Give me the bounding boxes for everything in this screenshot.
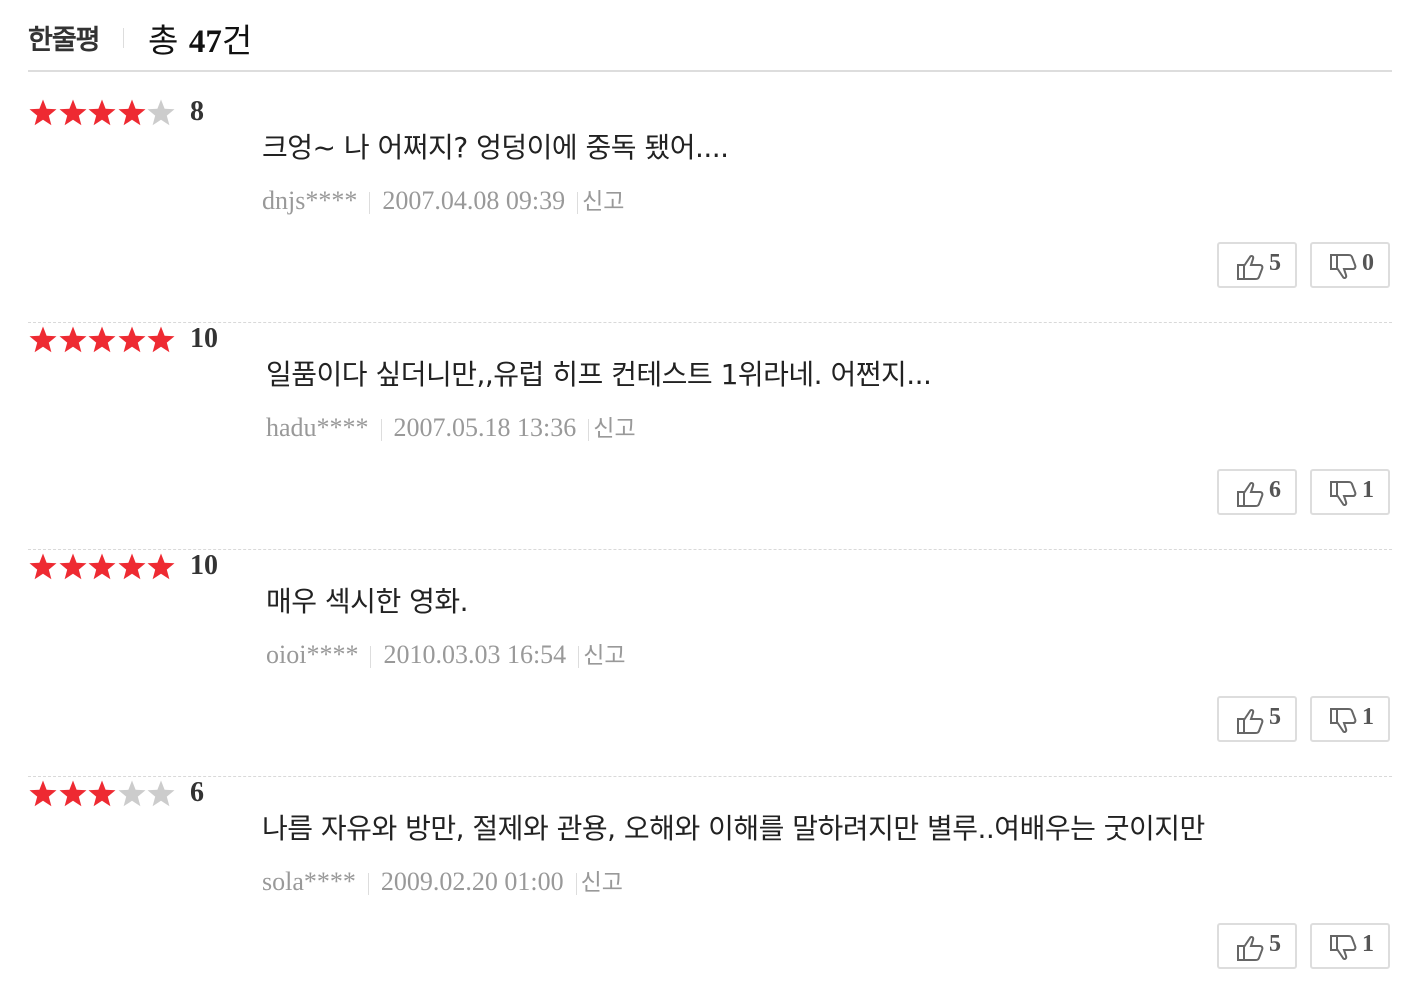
- thumbs-down-icon: [1330, 708, 1357, 734]
- review-text: 매우 섹시한 영화.: [266, 585, 469, 618]
- meta-divider: [370, 646, 372, 669]
- meta-divider: [367, 873, 369, 896]
- meta-divider: [577, 192, 579, 215]
- star-filled-icon: [29, 780, 57, 807]
- total-label: 총: [148, 21, 179, 60]
- review-item: 10 일품이다 싶더니만,,유럽 히프 컨테스트 1위라네. 어쩐지... ha…: [28, 323, 1392, 550]
- meta-divider: [575, 873, 577, 896]
- dislike-count: 0: [1362, 250, 1374, 276]
- star-filled-icon: [29, 326, 57, 353]
- report-link[interactable]: 신고: [581, 870, 623, 896]
- review-item: 6 나름 자유와 방만, 절제와 관용, 오해와 이해를 말하려지만 별루..여…: [28, 777, 1392, 987]
- dislike-button[interactable]: 0: [1310, 242, 1390, 288]
- like-button[interactable]: 5: [1217, 696, 1297, 742]
- like-button[interactable]: 5: [1217, 242, 1297, 288]
- report-link[interactable]: 신고: [582, 189, 624, 215]
- star-empty-icon: [147, 780, 175, 807]
- review-user: sola****: [262, 867, 356, 896]
- meta-divider: [369, 192, 371, 215]
- review-score: 10: [190, 323, 218, 354]
- star-filled-icon: [29, 99, 57, 126]
- thumbs-up-icon: [1237, 935, 1264, 961]
- review-item: 10 매우 섹시한 영화. oioi**** 2010.03.03 16:54 신고…: [28, 550, 1392, 777]
- review-text: 크엉~ 나 어쩌지? 엉덩이에 중독 됐어....: [262, 131, 729, 164]
- review-meta: sola**** 2009.02.20 01:00 신고: [262, 863, 623, 897]
- review-user: dnjs****: [262, 186, 358, 215]
- thumbs-up-icon: [1237, 481, 1264, 507]
- report-link[interactable]: 신고: [593, 416, 635, 442]
- section-title: 한줄평: [28, 25, 101, 56]
- like-button[interactable]: 5: [1217, 923, 1297, 969]
- review-score: 10: [190, 550, 218, 581]
- star-empty-icon: [147, 99, 175, 126]
- dislike-button[interactable]: 1: [1310, 923, 1390, 969]
- thumbs-up-icon: [1237, 254, 1264, 280]
- like-count: 5: [1269, 931, 1281, 957]
- star-filled-icon: [118, 326, 145, 353]
- star-empty-icon: [118, 780, 145, 807]
- star-filled-icon: [88, 780, 116, 807]
- review-date: 2009.02.20 01:00: [380, 867, 564, 896]
- star-filled-icon: [88, 99, 116, 126]
- review-date: 2007.05.18 13:36: [393, 413, 577, 442]
- like-button[interactable]: 6: [1217, 469, 1297, 515]
- dislike-count: 1: [1362, 704, 1374, 730]
- review-user: oioi****: [266, 640, 359, 669]
- star-filled-icon: [147, 553, 175, 580]
- star-filled-icon: [88, 326, 116, 353]
- review-score: 6: [190, 777, 204, 808]
- dislike-button[interactable]: 1: [1310, 696, 1390, 742]
- total-number: 47: [188, 24, 222, 60]
- meta-divider: [380, 419, 382, 442]
- star-filled-icon: [59, 780, 86, 807]
- review-text: 일품이다 싶더니만,,유럽 히프 컨테스트 1위라네. 어쩐지...: [266, 358, 932, 391]
- star-filled-icon: [118, 99, 145, 126]
- dislike-button[interactable]: 1: [1310, 469, 1390, 515]
- review-item: 8 크엉~ 나 어쩌지? 엉덩이에 중독 됐어.... dnjs**** 2007…: [28, 96, 1392, 323]
- review-user: hadu****: [266, 413, 369, 442]
- review-score: 8: [190, 96, 204, 127]
- thumbs-down-icon: [1330, 254, 1357, 280]
- review-meta: dnjs**** 2007.04.08 09:39 신고: [262, 182, 624, 216]
- star-filled-icon: [118, 553, 145, 580]
- report-link[interactable]: 신고: [583, 643, 625, 669]
- review-meta: hadu**** 2007.05.18 13:36 신고: [266, 409, 636, 443]
- reviews-header: 한줄평 총 47건: [28, 12, 1392, 72]
- thumbs-up-icon: [1237, 708, 1264, 734]
- star-filled-icon: [59, 326, 86, 353]
- dislike-count: 1: [1362, 931, 1374, 957]
- review-date: 2010.03.03 16:54: [383, 640, 567, 669]
- dislike-count: 1: [1362, 477, 1374, 503]
- like-count: 5: [1269, 250, 1281, 276]
- star-filled-icon: [29, 553, 57, 580]
- meta-divider: [578, 646, 580, 669]
- meta-divider: [588, 419, 590, 442]
- total-count: 총 47건: [148, 14, 252, 62]
- star-filled-icon: [147, 326, 175, 353]
- star-filled-icon: [59, 553, 86, 580]
- star-filled-icon: [59, 99, 86, 126]
- thumbs-down-icon: [1330, 481, 1357, 507]
- thumbs-down-icon: [1330, 935, 1357, 961]
- like-count: 5: [1269, 704, 1281, 730]
- review-meta: oioi**** 2010.03.03 16:54 신고: [266, 636, 626, 670]
- review-text: 나름 자유와 방만, 절제와 관용, 오해와 이해를 말하려지만 별루..여배우…: [262, 812, 1205, 845]
- review-date: 2007.04.08 09:39: [382, 186, 566, 215]
- total-unit: 건: [221, 21, 253, 60]
- like-count: 6: [1269, 477, 1281, 503]
- header-divider: [123, 28, 124, 48]
- star-filled-icon: [88, 553, 116, 580]
